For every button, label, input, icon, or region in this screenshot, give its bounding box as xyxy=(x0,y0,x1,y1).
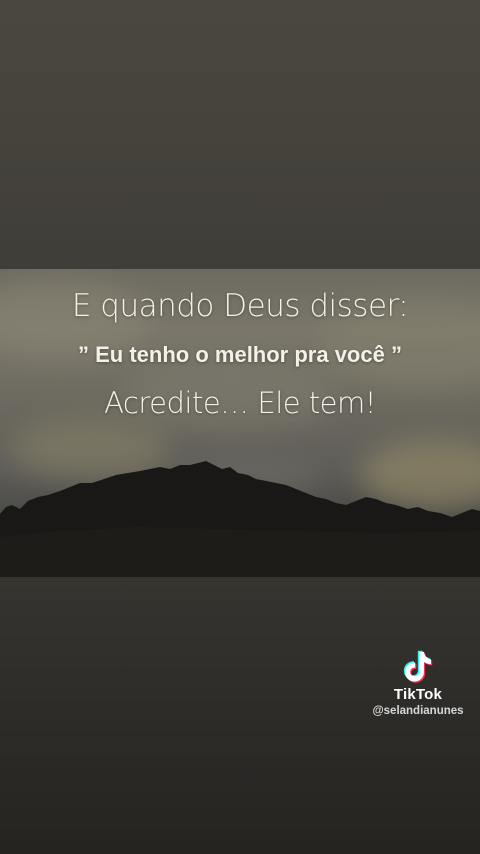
video-page: E quando Deus disser: ” Eu tenho o melho… xyxy=(0,0,480,854)
tiktok-logo-icon xyxy=(403,650,433,683)
caption-line-2: ” Eu tenho o melhor pra você ” xyxy=(78,342,402,367)
caption-line-1: E quando Deus disser: xyxy=(71,288,409,324)
tiktok-brand-label: TikTok xyxy=(393,686,443,703)
caption-line-3: Acredite… Ele tem! xyxy=(104,386,376,420)
tiktok-watermark: TikTok @selandianunes xyxy=(360,648,476,717)
creator-handle: @selandianunes xyxy=(372,705,464,717)
